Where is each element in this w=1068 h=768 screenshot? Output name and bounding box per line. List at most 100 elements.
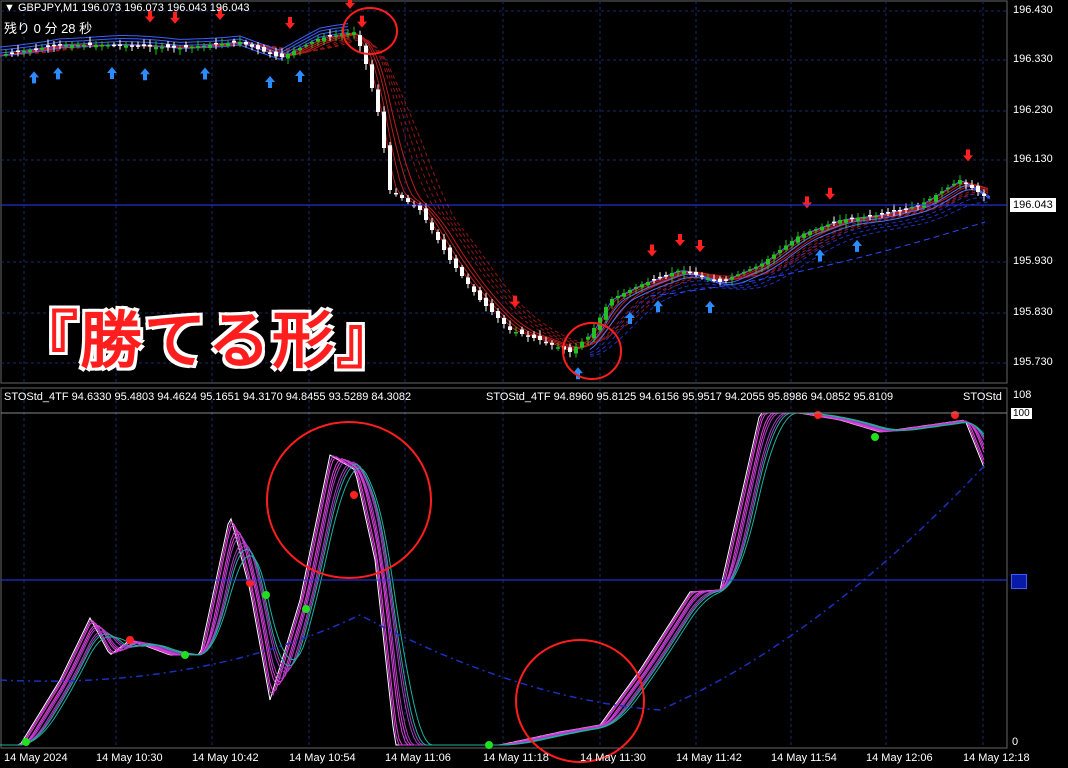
time-tick-label: 14 May 11:18	[483, 752, 549, 764]
candle-body	[856, 217, 860, 221]
candle-body	[112, 44, 116, 47]
candle-body	[448, 247, 452, 260]
candle-body	[526, 335, 530, 337]
candle-body	[400, 195, 404, 198]
time-tick-label: 14 May 10:42	[192, 752, 259, 764]
candle-body	[796, 236, 800, 243]
signal-dot	[126, 636, 134, 644]
candle-body	[370, 64, 374, 88]
candle-body	[376, 89, 380, 112]
level-0-label: 0	[1012, 736, 1019, 748]
candle-body	[4, 54, 8, 56]
candle-body	[274, 51, 278, 57]
candle-body	[802, 233, 806, 238]
price-tick-label: 195.730	[1013, 356, 1053, 368]
candle-body	[328, 35, 332, 37]
candle-body	[982, 193, 986, 196]
candle-body	[310, 42, 314, 44]
candle-body	[466, 277, 470, 284]
candle-body	[700, 275, 704, 278]
price-tick-label: 196.130	[1013, 153, 1053, 165]
candle-body	[820, 226, 824, 231]
candle-body	[556, 347, 560, 349]
indicator-pane	[0, 387, 1008, 749]
candle-body	[118, 44, 122, 46]
time-tick-label: 14 May 11:30	[580, 752, 646, 764]
candle-body	[532, 334, 536, 338]
candle-body	[94, 45, 98, 48]
candle-body	[442, 239, 446, 250]
candle-body	[64, 45, 68, 47]
candle-body	[106, 45, 110, 47]
candle-body	[130, 45, 134, 47]
candle-body	[220, 43, 224, 46]
candle-body	[970, 184, 974, 188]
candle-body	[430, 222, 434, 230]
candle-body	[502, 317, 506, 324]
indicator-scale-top: 108	[1013, 389, 1032, 401]
candle-body	[454, 258, 458, 268]
signal-dot	[262, 591, 270, 599]
candle-body	[160, 47, 164, 49]
candle-body	[874, 215, 878, 217]
candle-body	[268, 52, 272, 54]
candle-body	[22, 51, 26, 53]
candle-body	[280, 53, 284, 57]
dropdown-triangle-icon[interactable]: ▼	[4, 2, 15, 14]
price-tick-label: 196.430	[1013, 4, 1053, 16]
candle-body	[124, 45, 128, 48]
candle-body	[352, 32, 356, 35]
symbol-info: ▼ GBPJPY,M1 196.073 196.073 196.043 196.…	[4, 2, 250, 14]
candle-body	[304, 45, 308, 47]
candle-body	[436, 231, 440, 240]
candle-body	[652, 279, 656, 281]
candle-body	[808, 231, 812, 236]
candle-body	[382, 111, 386, 148]
candle-body	[814, 229, 818, 231]
candle-body	[772, 254, 776, 259]
candle-body	[478, 290, 482, 300]
candle-body	[574, 346, 578, 354]
candle-body	[682, 271, 686, 274]
candle-body	[388, 145, 392, 190]
candle-body	[544, 341, 548, 344]
candle-body	[406, 198, 410, 202]
candle-body	[886, 212, 890, 214]
candle-body	[934, 195, 938, 202]
candle-body	[100, 45, 104, 47]
candle-body	[778, 250, 782, 254]
candle-body	[838, 220, 842, 224]
level-50-marker	[1011, 574, 1027, 589]
candle-body	[496, 311, 500, 318]
candle-body	[736, 274, 740, 276]
candle-body	[964, 182, 968, 185]
candle-body	[214, 42, 218, 45]
candle-body	[208, 45, 212, 48]
price-tick-label: 196.330	[1013, 53, 1053, 65]
candle-body	[82, 45, 86, 47]
candle-body	[670, 273, 674, 277]
candle-body	[706, 278, 710, 280]
indicator-label-c: STOStd	[963, 391, 1002, 403]
candle-body	[640, 284, 644, 288]
candle-body	[196, 46, 200, 48]
candle-body	[880, 213, 884, 215]
signal-dot	[871, 433, 879, 441]
candle-body	[862, 217, 866, 219]
time-tick-label: 14 May 10:54	[289, 752, 356, 764]
signal-dot	[350, 491, 358, 499]
time-tick-label: 14 May 10:30	[96, 752, 163, 764]
candle-body	[70, 45, 74, 48]
candle-body	[724, 279, 728, 281]
candle-body	[664, 275, 668, 277]
candle-body	[334, 35, 338, 37]
candle-body	[832, 221, 836, 224]
candle-body	[958, 180, 962, 185]
candle-body	[226, 43, 230, 46]
candle-body	[244, 41, 248, 45]
candle-body	[538, 335, 542, 340]
candle-body	[232, 40, 236, 43]
candle-body	[952, 183, 956, 186]
time-tick-label: 14 May 2024	[4, 752, 68, 764]
candle-body	[748, 269, 752, 271]
